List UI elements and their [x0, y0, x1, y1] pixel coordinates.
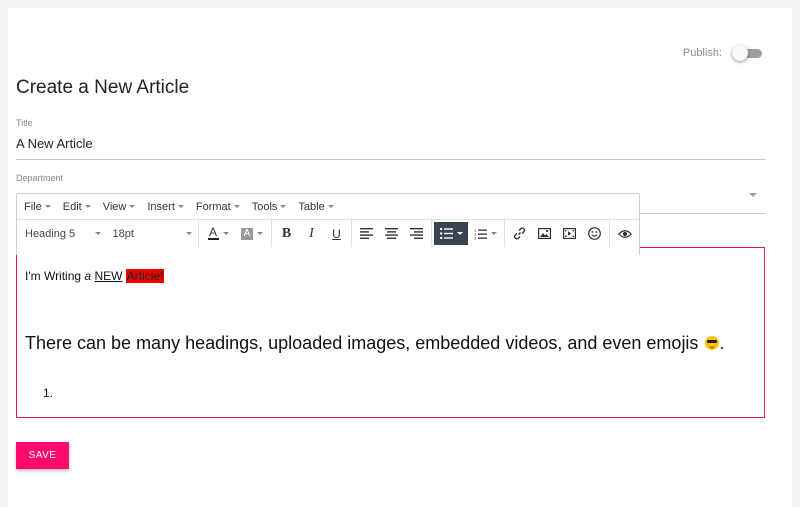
toggle-thumb[interactable] — [732, 45, 748, 61]
highlight-color-icon: A — [241, 227, 253, 240]
editor-ordered-list[interactable]: 1. — [43, 386, 53, 400]
align-left-button[interactable] — [354, 222, 379, 245]
preview-group — [609, 220, 639, 247]
editor-menubar: File Edit View Insert Format Tools Table — [17, 194, 639, 220]
caret-down-icon — [456, 232, 463, 235]
alignment-group — [351, 220, 431, 247]
title-label: Title — [16, 118, 33, 128]
caret-down-icon — [233, 205, 240, 208]
page-title: Create a New Article — [16, 77, 190, 98]
caret-down-icon — [177, 205, 184, 208]
caret-down-icon — [44, 205, 51, 208]
svg-text:3: 3 — [474, 235, 477, 240]
block-style-select[interactable]: Heading 5 — [17, 220, 107, 247]
underlined-text: NEW — [94, 269, 123, 283]
save-button[interactable]: SAVE — [16, 442, 69, 469]
numbered-list-button[interactable]: 123 — [468, 222, 502, 245]
numbered-list-icon: 123 — [474, 228, 487, 240]
font-color-icon: A — [207, 224, 219, 240]
align-center-icon — [385, 228, 398, 239]
menu-tools[interactable]: Tools — [252, 201, 287, 213]
chevron-down-icon[interactable] — [749, 193, 757, 197]
font-size-select[interactable]: 18pt — [107, 220, 198, 247]
font-size-value: 18pt — [112, 227, 134, 240]
paragraph-text: I'm Writing — [25, 269, 85, 283]
italic-icon: I — [309, 225, 314, 241]
menu-insert[interactable]: Insert — [147, 201, 184, 213]
align-right-icon — [410, 228, 423, 239]
editor-toolbar: Heading 5 18pt A A B I U 1 2 3 — [17, 220, 639, 247]
title-field[interactable]: Title A New Article — [16, 118, 765, 160]
menu-view-label: View — [102, 200, 127, 213]
italic-button[interactable]: I — [299, 222, 324, 245]
list-group: 123 — [431, 220, 504, 247]
smiley-icon — [588, 227, 601, 240]
align-left-icon — [360, 228, 373, 239]
caret-down-icon — [222, 232, 229, 235]
insert-group — [504, 220, 609, 247]
eye-icon — [617, 229, 632, 238]
publish-control: Publish: — [682, 45, 762, 61]
caret-down-icon — [94, 232, 101, 235]
editor-paragraph[interactable]: I'm Writing a NEW Article! — [25, 269, 165, 283]
menu-table-label: Table — [298, 200, 325, 213]
bold-icon: B — [281, 225, 292, 241]
list-item-marker: 1. — [43, 386, 54, 400]
editor-heading[interactable]: There can be many headings, uploaded ima… — [25, 333, 724, 354]
insert-media-button[interactable] — [557, 222, 582, 245]
menu-tools-label: Tools — [251, 200, 278, 213]
link-icon — [513, 227, 526, 240]
rich-text-editor[interactable]: I'm Writing a NEW Article! There can be … — [16, 247, 765, 418]
menu-view[interactable]: View — [103, 201, 136, 213]
image-icon — [538, 228, 551, 239]
menu-format[interactable]: Format — [196, 201, 240, 213]
menu-insert-label: Insert — [147, 200, 175, 213]
format-group: B I U — [271, 220, 351, 247]
font-color-button[interactable]: A — [201, 222, 235, 245]
menu-format-label: Format — [195, 200, 231, 213]
caret-down-icon — [186, 232, 192, 235]
highlight-color-button[interactable]: A — [235, 222, 269, 245]
color-group: A A — [198, 220, 271, 247]
preview-button[interactable] — [612, 222, 637, 245]
publish-toggle[interactable] — [732, 45, 762, 61]
department-label: Department — [16, 173, 64, 183]
align-center-button[interactable] — [379, 222, 404, 245]
font-color-glyph: A — [208, 224, 217, 239]
title-input[interactable]: A New Article — [16, 136, 765, 151]
heading-text: There can be many headings, uploaded ima… — [25, 333, 699, 353]
underline-button[interactable]: U — [324, 222, 349, 245]
caret-down-icon — [84, 205, 91, 208]
title-underline — [16, 159, 765, 160]
insert-image-button[interactable] — [532, 222, 557, 245]
menu-file[interactable]: File — [24, 201, 51, 213]
editor-toolbar-panel: File Edit View Insert Format Tools Table… — [16, 193, 640, 255]
insert-emoticon-button[interactable] — [582, 222, 607, 245]
heading-period: . — [719, 333, 725, 353]
bold-button[interactable]: B — [274, 222, 299, 245]
bullet-list-button[interactable] — [434, 222, 468, 245]
underline-icon: U — [332, 226, 341, 241]
menu-table[interactable]: Table — [298, 200, 334, 213]
caret-down-icon — [280, 205, 287, 208]
bullet-list-icon — [439, 228, 453, 239]
caret-down-icon — [257, 232, 263, 235]
caret-down-icon — [129, 205, 136, 208]
highlighted-text: Article! — [125, 269, 165, 283]
menu-edit[interactable]: Edit — [63, 201, 91, 213]
block-style-value: Heading 5 — [25, 227, 76, 240]
font-color-swatch — [207, 237, 219, 240]
caret-down-icon — [327, 205, 334, 208]
insert-link-button[interactable] — [507, 222, 532, 245]
media-icon — [563, 228, 576, 239]
menu-edit-label: Edit — [62, 200, 82, 213]
publish-label: Publish: — [682, 47, 722, 59]
sunglasses-emoji-icon — [705, 336, 720, 350]
align-right-button[interactable] — [404, 222, 429, 245]
highlight-glyph: A — [243, 228, 251, 239]
caret-down-icon — [490, 232, 497, 235]
menu-file-label: File — [24, 200, 42, 213]
